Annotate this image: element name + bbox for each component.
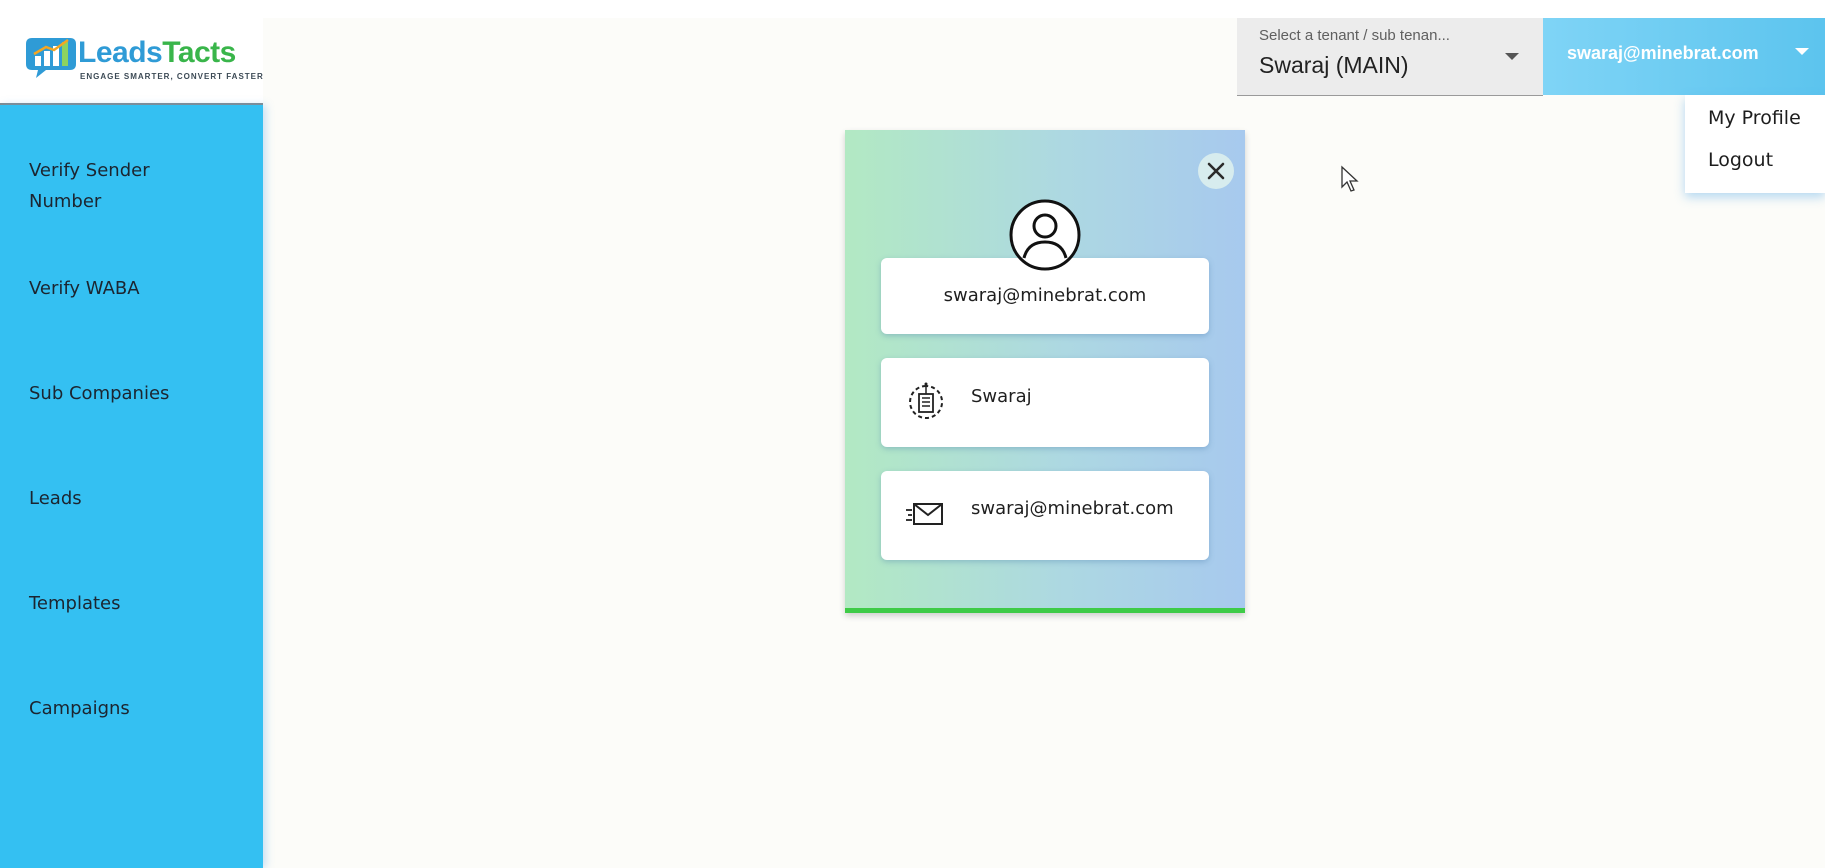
profile-company-name: Swaraj [971, 386, 1032, 407]
sidebar-item-templates[interactable]: Templates [29, 588, 249, 619]
sidebar-item-campaigns[interactable]: Campaigns [29, 693, 249, 724]
brand-tagline: ENGAGE SMARTER, CONVERT FASTER [80, 72, 264, 81]
profile-email: swaraj@minebrat.com [971, 498, 1174, 519]
sidebar-item-sub-companies[interactable]: Sub Companies [29, 378, 249, 409]
user-circle-icon [1009, 199, 1081, 271]
company-gear-building-icon [909, 382, 944, 419]
close-button[interactable] [1198, 153, 1234, 189]
tenant-select[interactable]: Select a tenant / sub tenan... Swaraj (M… [1237, 18, 1543, 96]
chat-bar-chart-icon [26, 38, 76, 78]
profile-card: swaraj@minebrat.com Swaraj swaraj@minebr… [845, 130, 1245, 613]
sidebar: Verify Sender Number Verify WABA Sub Com… [0, 105, 263, 868]
brand-wordmark: LeadsTacts [78, 36, 236, 69]
sidebar-item-verify-waba[interactable]: Verify WABA [29, 273, 249, 304]
sidebar-item-verify-sender-number[interactable]: Verify Sender Number [29, 155, 189, 217]
caret-down-icon [1505, 53, 1519, 60]
tenant-select-label: Select a tenant / sub tenan... [1259, 27, 1450, 44]
profile-email-box: swaraj@minebrat.com [881, 471, 1209, 560]
menu-item-logout[interactable]: Logout [1708, 149, 1773, 171]
user-email: swaraj@minebrat.com [1567, 43, 1759, 63]
close-icon [1207, 162, 1225, 180]
mouse-pointer-icon [1341, 165, 1359, 192]
profile-email-heading: swaraj@minebrat.com [943, 285, 1147, 306]
tenant-select-value: Swaraj (MAIN) [1259, 52, 1409, 78]
caret-down-icon [1795, 48, 1809, 55]
profile-company-box: Swaraj [881, 358, 1209, 447]
envelope-speed-icon [906, 503, 943, 525]
sidebar-logo-area: LeadsTacts ENGAGE SMARTER, CONVERT FASTE… [0, 18, 263, 105]
user-menu-button[interactable]: swaraj@minebrat.com [1543, 18, 1825, 95]
sidebar-item-leads[interactable]: Leads [29, 483, 249, 514]
user-dropdown-menu: My Profile Logout [1685, 95, 1825, 193]
brand-logo[interactable]: LeadsTacts ENGAGE SMARTER, CONVERT FASTE… [26, 34, 263, 92]
menu-item-my-profile[interactable]: My Profile [1708, 107, 1801, 129]
